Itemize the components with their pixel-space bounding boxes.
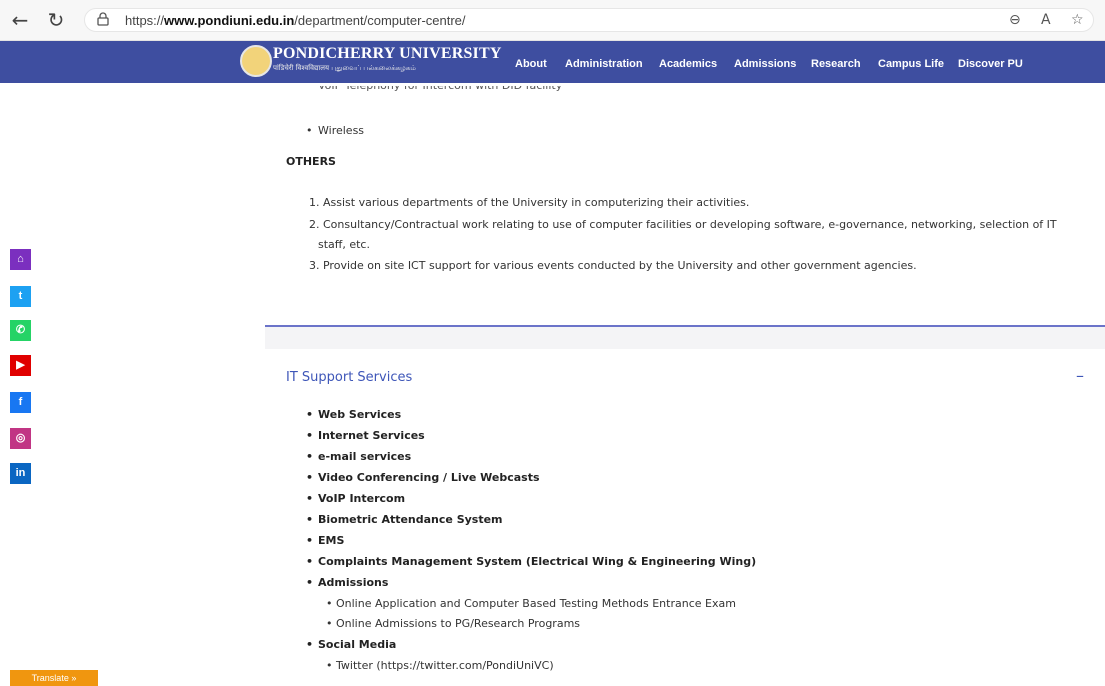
service-item: Biometric Attendance System [306, 513, 503, 526]
refresh-icon[interactable]: ↻ [44, 8, 68, 32]
service-item: Video Conferencing / Live Webcasts [306, 471, 540, 484]
it-support-title[interactable]: IT Support Services [286, 370, 412, 385]
sub-service-item: Online Admissions to PG/Research Program… [326, 617, 580, 630]
section-gap [265, 327, 1105, 349]
others-heading: OTHERS [286, 155, 336, 168]
youtube-icon[interactable]: ▶ [10, 355, 31, 376]
list-item-continuation: staff, etc. [318, 238, 370, 251]
service-item: Web Services [306, 408, 401, 421]
list-item: 1. Assist various departments of the Uni… [309, 196, 750, 209]
university-title[interactable]: PONDICHERRY UNIVERSITY [273, 45, 502, 63]
linkedin-icon[interactable]: in [10, 463, 31, 484]
twitter-icon[interactable]: t [10, 286, 31, 307]
university-subtitle: पांडिचेरी विश्वविद्यालय புதுவைப் பல்கலைக… [273, 64, 416, 72]
nav-academics[interactable]: Academics [659, 58, 717, 70]
nav-about[interactable]: About [515, 58, 547, 70]
browser-toolbar: ← ↻ https://www.pondiuni.edu.in/departme… [0, 0, 1105, 41]
address-bar[interactable]: https://www.pondiuni.edu.in/department/c… [84, 8, 1094, 32]
service-item: Internet Services [306, 429, 425, 442]
service-item: Complaints Management System (Electrical… [306, 555, 756, 568]
nav-administration[interactable]: Administration [565, 58, 643, 70]
whatsapp-icon[interactable]: ✆ [10, 320, 31, 341]
favorite-star-icon[interactable]: ☆ [1071, 12, 1084, 28]
service-item: Admissions [306, 576, 388, 589]
back-icon[interactable]: ← [8, 8, 32, 32]
sub-service-item: Twitter (https://twitter.com/PondiUniVC) [326, 659, 554, 672]
service-item: EMS [306, 534, 345, 547]
university-logo[interactable] [240, 45, 272, 77]
zoom-icon[interactable]: ⊖ [1009, 12, 1021, 28]
facebook-icon[interactable]: f [10, 392, 31, 413]
list-item: 3. Provide on site ICT support for vario… [309, 259, 917, 272]
list-item: 2. Consultancy/Contractual work relating… [309, 218, 1057, 231]
lock-icon [97, 12, 109, 26]
read-aloud-icon[interactable]: A [1041, 12, 1051, 28]
nav-campus-life[interactable]: Campus Life [878, 58, 944, 70]
nav-admissions[interactable]: Admissions [734, 58, 796, 70]
list-item: Wireless [306, 124, 364, 137]
nav-discover-pu[interactable]: Discover PU [958, 58, 1023, 70]
url-text: https://www.pondiuni.edu.in/department/c… [125, 13, 466, 28]
service-item: e-mail services [306, 450, 411, 463]
nav-research[interactable]: Research [811, 58, 861, 70]
translate-button[interactable]: Translate » [10, 670, 98, 686]
service-item: VoIP Intercom [306, 492, 405, 505]
home-icon[interactable]: ⌂ [10, 249, 31, 270]
collapse-icon[interactable]: – [1076, 366, 1084, 385]
instagram-icon[interactable]: ◎ [10, 428, 31, 449]
sub-service-item: Online Application and Computer Based Te… [326, 597, 736, 610]
service-item: Social Media [306, 638, 396, 651]
